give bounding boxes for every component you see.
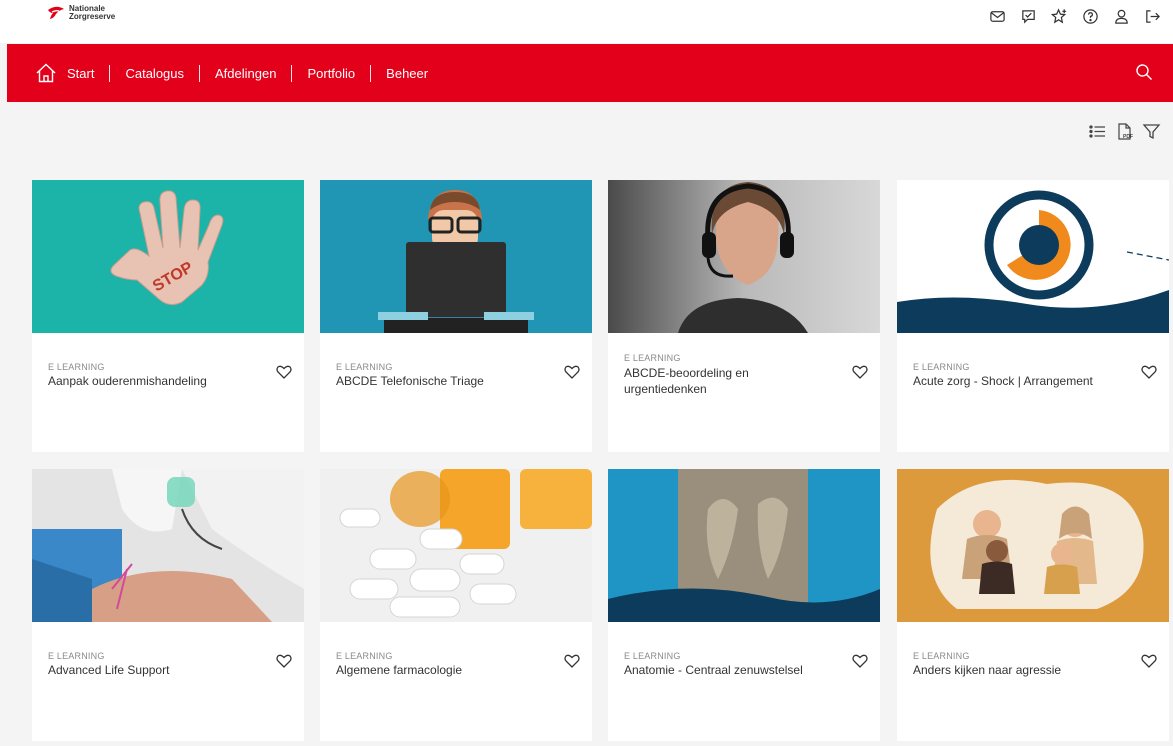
course-card[interactable]: E LEARNING ABCDE-beoordeling en urgentie… bbox=[608, 180, 880, 452]
course-image-people-illustration bbox=[897, 469, 1169, 622]
course-card[interactable]: E LEARNING Anders kijken naar agressie bbox=[897, 469, 1169, 741]
help-icon[interactable] bbox=[1081, 7, 1099, 25]
nav-item-afdelingen[interactable]: Afdelingen bbox=[215, 66, 276, 81]
course-image-pills bbox=[320, 469, 592, 622]
course-image-circle-logo-wave bbox=[897, 180, 1169, 333]
course-category: E LEARNING bbox=[913, 362, 970, 372]
favorite-heart-icon[interactable] bbox=[563, 363, 581, 381]
nav-divider bbox=[199, 64, 201, 82]
list-view-icon[interactable] bbox=[1088, 122, 1107, 141]
course-image-woman-with-headset bbox=[608, 180, 880, 333]
course-title: ABCDE Telefonische Triage bbox=[336, 374, 484, 388]
course-card[interactable]: E LEARNING Advanced Life Support bbox=[32, 469, 304, 741]
nav-divider bbox=[370, 64, 372, 82]
nav-divider bbox=[291, 64, 293, 82]
course-card[interactable]: E LEARNING Acute zorg - Shock | Arrangem… bbox=[897, 180, 1169, 452]
top-icons bbox=[988, 7, 1161, 25]
course-card[interactable]: STOP E LEARNING Aanpak ouderenmishandeli… bbox=[32, 180, 304, 452]
course-category: E LEARNING bbox=[624, 353, 681, 363]
pdf-icon[interactable]: PDF bbox=[1115, 122, 1134, 141]
home-icon[interactable] bbox=[35, 62, 57, 84]
star-add-icon[interactable] bbox=[1050, 7, 1068, 25]
course-card[interactable]: E LEARNING Anatomie - Centraal zenuwstel… bbox=[608, 469, 880, 741]
nav-item-start[interactable]: Start bbox=[67, 66, 94, 81]
nav-item-portfolio[interactable]: Portfolio bbox=[307, 66, 355, 81]
nav-item-beheer[interactable]: Beheer bbox=[386, 66, 428, 81]
nav-item-catalogus[interactable]: Catalogus bbox=[125, 66, 184, 81]
course-category: E LEARNING bbox=[48, 651, 105, 661]
brand-line-2: Zorgreserve bbox=[69, 12, 116, 21]
favorite-heart-icon[interactable] bbox=[1140, 652, 1158, 670]
logout-icon[interactable] bbox=[1143, 7, 1161, 25]
nav-menu: Start Catalogus Afdelingen Portfolio Beh… bbox=[35, 44, 428, 102]
course-image-anatomy-sculpture bbox=[608, 469, 880, 622]
course-image-stop-hand: STOP bbox=[32, 180, 304, 333]
favorite-heart-icon[interactable] bbox=[851, 363, 869, 381]
mail-icon[interactable] bbox=[988, 7, 1006, 25]
course-title: Aanpak ouderenmishandeling bbox=[48, 374, 207, 388]
course-category: E LEARNING bbox=[336, 362, 393, 372]
favorite-heart-icon[interactable] bbox=[1140, 363, 1158, 381]
top-bar: Nationale Zorgreserve bbox=[0, 0, 1173, 43]
search-icon[interactable] bbox=[1135, 63, 1153, 81]
favorite-heart-icon[interactable] bbox=[563, 652, 581, 670]
course-category: E LEARNING bbox=[913, 651, 970, 661]
course-title: Anders kijken naar agressie bbox=[913, 663, 1062, 677]
course-category: E LEARNING bbox=[624, 651, 681, 661]
user-icon[interactable] bbox=[1112, 7, 1130, 25]
course-title: Advanced Life Support bbox=[48, 663, 170, 677]
course-title: Algemene farmacologie bbox=[336, 663, 463, 677]
main-navigation: Start Catalogus Afdelingen Portfolio Beh… bbox=[7, 44, 1173, 102]
nav-divider bbox=[109, 64, 111, 82]
favorite-heart-icon[interactable] bbox=[275, 363, 293, 381]
favorite-heart-icon[interactable] bbox=[851, 652, 869, 670]
filter-icon[interactable] bbox=[1142, 122, 1161, 141]
course-card[interactable]: E LEARNING ABCDE Telefonische Triage bbox=[320, 180, 592, 452]
view-toolbar: PDF bbox=[1088, 122, 1161, 141]
favorite-heart-icon[interactable] bbox=[275, 652, 293, 670]
brand-logo[interactable]: Nationale Zorgreserve bbox=[47, 5, 115, 21]
catalog-content: PDF STOP E LEARNING Aanpak ouderenmishan… bbox=[7, 102, 1173, 746]
course-image-resuscitation-training bbox=[32, 469, 304, 622]
brand-logo-mark bbox=[48, 6, 64, 20]
course-image-person-at-computer bbox=[320, 180, 592, 333]
svg-text:PDF: PDF bbox=[1123, 134, 1133, 140]
course-title: Anatomie - Centraal zenuwstelsel bbox=[624, 663, 803, 677]
course-card[interactable]: E LEARNING Algemene farmacologie bbox=[320, 469, 592, 741]
course-category: E LEARNING bbox=[48, 362, 105, 372]
course-title: ABCDE-beoordeling en urgentiedenken bbox=[624, 366, 749, 396]
course-category: E LEARNING bbox=[336, 651, 393, 661]
course-title: Acute zorg - Shock | Arrangement bbox=[913, 374, 1093, 388]
chat-check-icon[interactable] bbox=[1019, 7, 1037, 25]
brand-name: Nationale Zorgreserve bbox=[69, 5, 115, 21]
